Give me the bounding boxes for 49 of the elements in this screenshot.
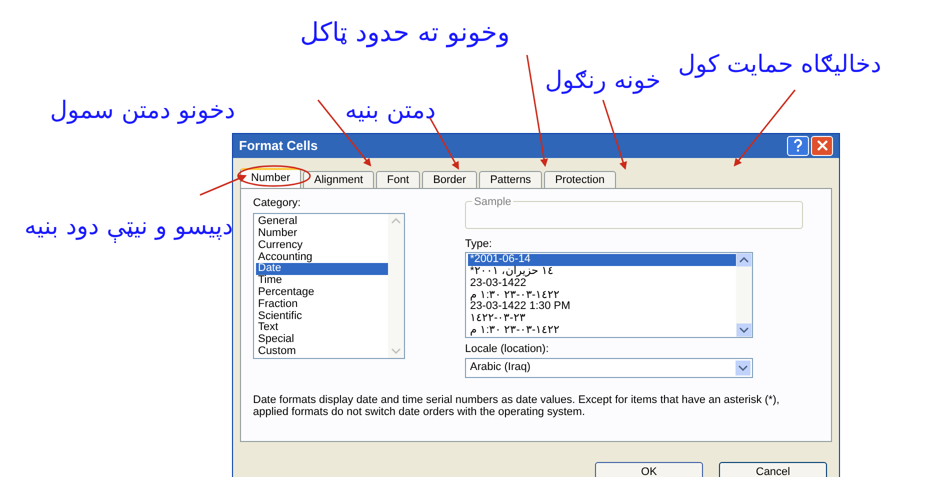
- category-item[interactable]: Special: [256, 334, 388, 346]
- tab[interactable]: Alignment: [303, 170, 374, 188]
- category-item[interactable]: General: [256, 216, 388, 228]
- tab[interactable]: Patterns: [479, 170, 542, 188]
- category-item[interactable]: Accounting: [256, 252, 388, 264]
- category-item[interactable]: Text: [256, 322, 388, 334]
- category-item[interactable]: Custom: [256, 346, 388, 358]
- close-icon: [816, 140, 828, 152]
- annotation-label: دپيسو و نيټې دود بنيه: [8, 205, 233, 247]
- type-label: Type:: [465, 236, 493, 252]
- category-label: Category:: [253, 196, 302, 211]
- category-item[interactable]: Fraction: [256, 298, 388, 311]
- annotation-label: دمتن بنیه: [345, 95, 436, 126]
- type-item[interactable]: ٢٣-٠٣-١٤٢٢: [468, 313, 736, 325]
- category-item[interactable]: Date: [256, 263, 388, 276]
- dialog-button[interactable]: OK: [595, 462, 703, 477]
- type-item[interactable]: *2001-06-14: [468, 254, 736, 266]
- pointer-arrow: [602, 100, 627, 170]
- pointer-arrow: [200, 174, 247, 196]
- type-item[interactable]: *١٤ حزيران، ٢٠٠١: [468, 266, 736, 278]
- annotation-label: دخاليګاه حمايت کول: [678, 49, 882, 80]
- annotation-label: وخونو ته حدود ټاکل: [300, 17, 510, 50]
- question-mark-icon: [793, 139, 803, 152]
- category-item[interactable]: Currency: [256, 240, 388, 252]
- scrollbar[interactable]: [388, 214, 404, 358]
- tab[interactable]: Protection: [544, 170, 616, 188]
- help-button[interactable]: [787, 136, 809, 156]
- locale-dropdown[interactable]: Arabic (Iraq): [465, 358, 753, 378]
- locale-value: Arabic (Iraq): [470, 360, 531, 376]
- type-item[interactable]: ١٤٢٢-٠٣-٢٣ ١:٣٠ م: [468, 290, 736, 302]
- category-item[interactable]: Number: [256, 228, 388, 240]
- tab[interactable]: Border: [422, 170, 478, 188]
- annotation-label: دخونو دمتن سمول: [50, 95, 236, 126]
- locale-label: Locale (location):: [465, 342, 550, 358]
- type-item[interactable]: 23-03-1422: [468, 278, 736, 290]
- scroll-up-icon[interactable]: [736, 253, 752, 268]
- scroll-down-icon[interactable]: [736, 323, 752, 338]
- type-item[interactable]: ١٤٢٢-٠٣-٢٣ ١:٣٠ م: [468, 324, 736, 337]
- category-item[interactable]: Percentage: [256, 286, 388, 299]
- dialog-button[interactable]: Cancel: [719, 462, 827, 477]
- category-item[interactable]: Scientific: [256, 310, 388, 322]
- window-title: Format Cells: [239, 137, 318, 156]
- annotation-label: خونه رنګول: [545, 65, 661, 96]
- type-item[interactable]: 23-03-1422 1:30 PM: [468, 301, 736, 314]
- close-button[interactable]: [811, 136, 833, 156]
- tab[interactable]: Font: [376, 170, 420, 188]
- scrollbar[interactable]: [736, 253, 752, 338]
- category-item[interactable]: Time: [256, 275, 388, 287]
- description-text: Date formats display date and time serial numbers as date values. Except for items that have an asterisk (*), applied formats do not switch date orders with the operating system.: [253, 394, 780, 418]
